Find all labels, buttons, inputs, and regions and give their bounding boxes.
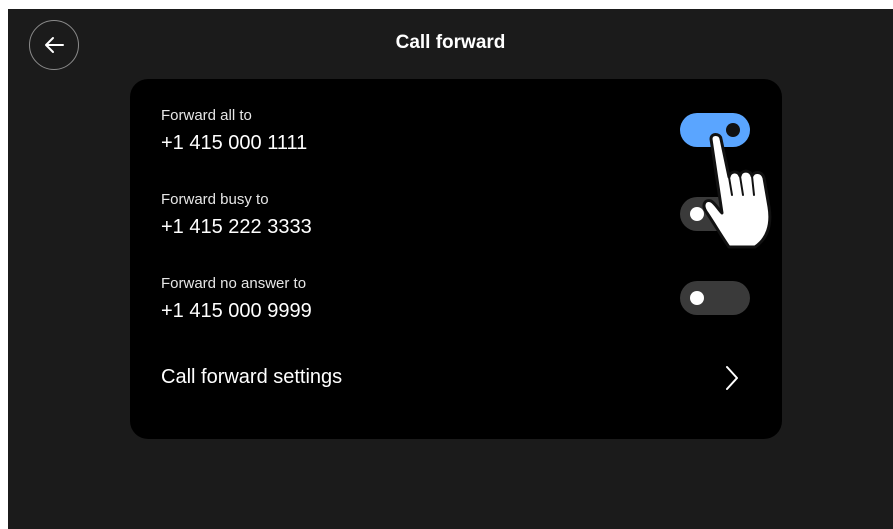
forward-all-label: Forward all to bbox=[161, 107, 252, 124]
call-forward-screen: Call forward Forward all to +1 415 000 1… bbox=[8, 9, 893, 529]
pointing-hand-icon bbox=[702, 133, 772, 249]
forward-busy-label: Forward busy to bbox=[161, 191, 269, 208]
chevron-right-icon bbox=[726, 366, 738, 390]
call-forward-settings-row[interactable]: Call forward settings bbox=[130, 357, 782, 407]
forward-no-answer-number: +1 415 000 9999 bbox=[161, 300, 312, 322]
forward-busy-row: Forward busy to +1 415 222 3333 bbox=[130, 191, 782, 275]
forward-options-card: Forward all to +1 415 000 1111 Forward b… bbox=[130, 79, 782, 439]
forward-busy-number: +1 415 222 3333 bbox=[161, 216, 312, 238]
forward-no-answer-toggle[interactable] bbox=[680, 281, 750, 315]
forward-no-answer-row: Forward no answer to +1 415 000 9999 bbox=[130, 275, 782, 359]
page-title: Call forward bbox=[395, 32, 506, 53]
call-forward-settings-label: Call forward settings bbox=[161, 366, 343, 388]
forward-all-row: Forward all to +1 415 000 1111 bbox=[130, 107, 782, 191]
forward-all-number: +1 415 000 1111 bbox=[161, 132, 308, 154]
toggle-knob bbox=[690, 291, 704, 305]
forward-no-answer-label: Forward no answer to bbox=[161, 275, 307, 292]
